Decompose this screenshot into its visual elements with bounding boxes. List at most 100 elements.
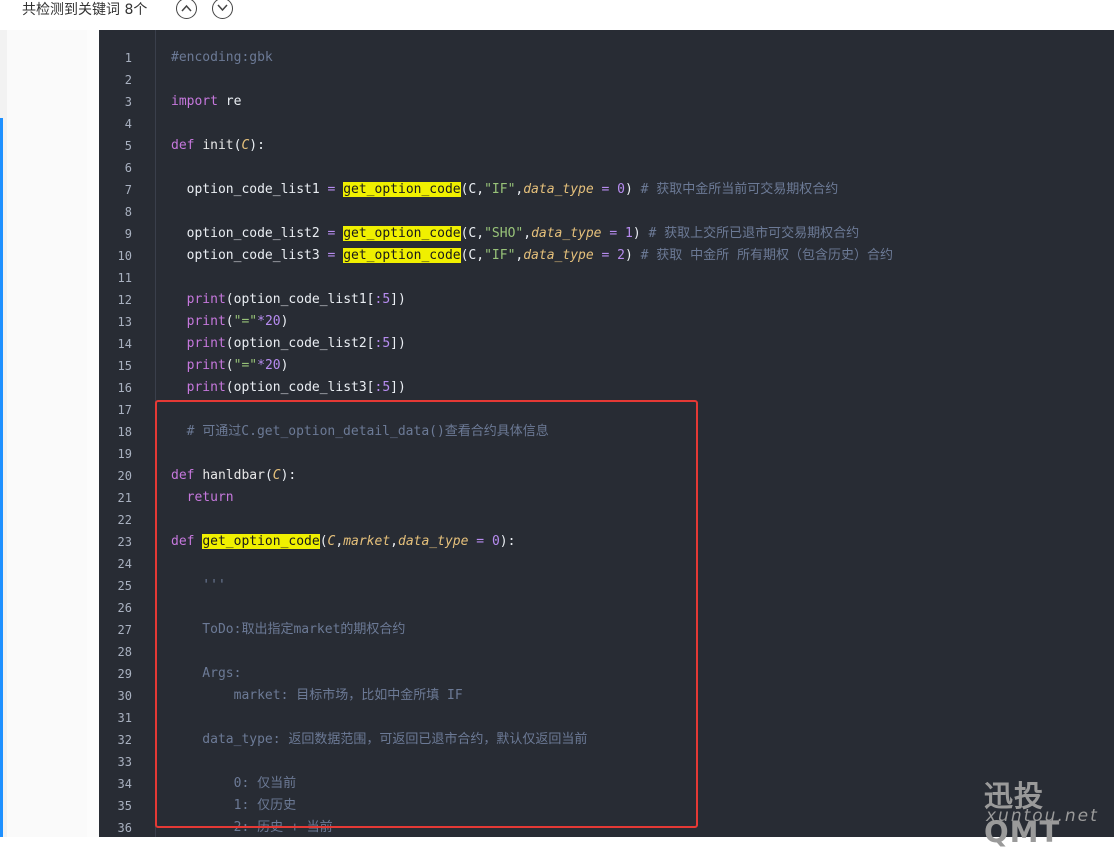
code-token: data_type — [523, 182, 594, 197]
code-token: 2 — [617, 248, 625, 263]
code-token: 1 — [625, 226, 633, 241]
line-number: 5 — [124, 139, 132, 153]
line-code: print(option_code_list1[:5]) — [171, 289, 406, 311]
code-token: ) — [280, 358, 289, 373]
code-token: = — [609, 226, 618, 241]
line-number: 11 — [117, 271, 132, 285]
code-token: "IF" — [484, 182, 516, 197]
left-sidebar-strip — [0, 0, 7, 837]
line-number: 9 — [124, 227, 132, 241]
line-number: 35 — [117, 799, 132, 813]
code-line[interactable]: 7 option_code_list1 = get_option_code(C,… — [99, 179, 1114, 201]
code-token: ) — [280, 314, 289, 329]
line-number: 20 — [117, 469, 132, 483]
code-token: option_code_list3 — [171, 248, 328, 263]
line-number: 13 — [117, 315, 132, 329]
code-line[interactable]: 5 def init(C): — [99, 135, 1114, 157]
line-number: 36 — [117, 821, 132, 835]
code-token: 5 — [382, 380, 391, 395]
code-line[interactable]: 11 — [99, 267, 1114, 289]
line-code: print(option_code_list2[:5]) — [171, 333, 406, 355]
line-number: 33 — [117, 755, 132, 769]
code-token: import — [171, 94, 218, 109]
code-token: (C, — [460, 226, 485, 241]
code-token: init — [202, 138, 234, 153]
keyword-match-count: 共检测到关键词 8个 — [22, 2, 148, 18]
code-token: ): — [249, 138, 265, 153]
code-token: print — [186, 292, 226, 307]
line-number: 15 — [117, 359, 132, 373]
code-token: print — [186, 380, 226, 395]
code-token: def — [171, 138, 195, 153]
line-code: import re — [171, 91, 241, 113]
annotation-highlight-box — [155, 400, 698, 828]
code-line[interactable]: 15 print("="*20) — [99, 355, 1114, 377]
code-token: 0 — [617, 182, 625, 197]
code-token: print — [186, 314, 226, 329]
search-match-highlight: get_option_code — [343, 248, 461, 263]
code-token: ) — [632, 226, 649, 241]
line-code: print("="*20) — [171, 355, 289, 377]
code-line[interactable]: 10 option_code_list3 = get_option_code(C… — [99, 245, 1114, 267]
line-number: 12 — [117, 293, 132, 307]
search-match-highlight: get_option_code — [343, 182, 461, 197]
line-number: 31 — [117, 711, 132, 725]
code-token: (option_code_list3[ — [225, 380, 375, 395]
line-number: 17 — [117, 403, 132, 417]
code-token: * — [257, 314, 265, 329]
code-line[interactable]: 9 option_code_list2 = get_option_code(C,… — [99, 223, 1114, 245]
code-token: "=" — [233, 314, 258, 329]
active-indicator — [0, 118, 3, 837]
code-token: "SHO" — [484, 226, 524, 241]
code-token: data_type — [531, 226, 602, 241]
code-token: print — [186, 358, 226, 373]
line-number: 6 — [124, 161, 132, 175]
line-code: option_code_list1 = get_option_code(C,"I… — [171, 179, 838, 201]
line-number: 1 — [124, 51, 132, 65]
line-number: 25 — [117, 579, 132, 593]
line-number: 4 — [124, 117, 132, 131]
line-code: option_code_list2 = get_option_code(C,"S… — [171, 223, 859, 245]
line-number: 10 — [117, 249, 132, 263]
document-margin-inner — [87, 30, 99, 837]
line-number: 30 — [117, 689, 132, 703]
chevron-up-icon — [181, 4, 192, 12]
code-line[interactable]: 14 print(option_code_list2[:5]) — [99, 333, 1114, 355]
line-number: 24 — [117, 557, 132, 571]
line-code: def init(C): — [171, 135, 265, 157]
line-code: #encoding:gbk — [171, 47, 273, 69]
line-number: 8 — [124, 205, 132, 219]
line-number: 22 — [117, 513, 132, 527]
code-token: (C, — [460, 182, 485, 197]
code-token: # 获取上交所已退市可交易期权合约 — [648, 226, 860, 241]
code-token: (option_code_list1[ — [225, 292, 375, 307]
line-number: 18 — [117, 425, 132, 439]
code-line[interactable]: 12 print(option_code_list1[:5]) — [99, 289, 1114, 311]
code-token: (C, — [460, 248, 485, 263]
code-token: 5 — [382, 336, 391, 351]
line-code: print("="*20) — [171, 311, 289, 333]
previous-match-button[interactable] — [176, 0, 197, 19]
code-line[interactable]: 4 — [99, 113, 1114, 135]
next-match-button[interactable] — [212, 0, 233, 19]
line-number: 7 — [124, 183, 132, 197]
code-line[interactable]: 8 — [99, 201, 1114, 223]
line-number: 21 — [117, 491, 132, 505]
line-number: 14 — [117, 337, 132, 351]
code-line[interactable]: 16 print(option_code_list3[:5]) — [99, 377, 1114, 399]
code-token: 5 — [382, 292, 391, 307]
code-line[interactable]: 3 import re — [99, 91, 1114, 113]
code-line[interactable]: 2 — [99, 69, 1114, 91]
code-token: re — [217, 94, 242, 109]
code-line[interactable]: 6 — [99, 157, 1114, 179]
code-token: ( — [225, 358, 234, 373]
code-line[interactable]: 13 print("="*20) — [99, 311, 1114, 333]
code-token: ]) — [390, 336, 406, 351]
code-line[interactable]: 1 #encoding:gbk — [99, 47, 1114, 69]
